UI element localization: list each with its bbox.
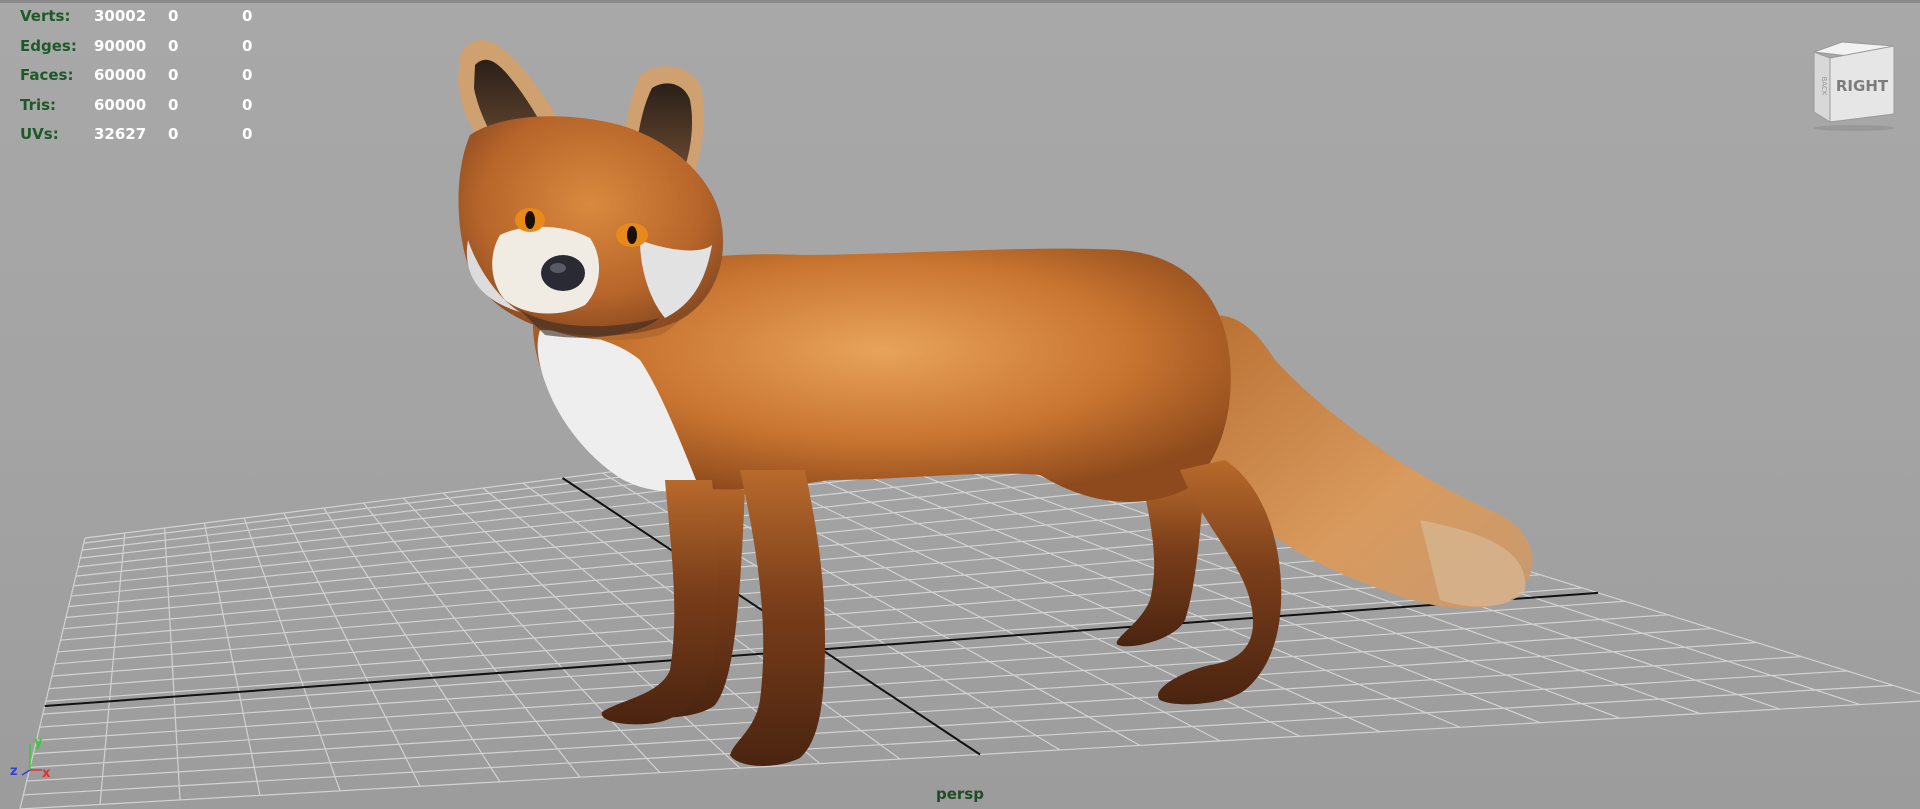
hud-value: 32627 [94, 125, 147, 143]
view-cube-face-label[interactable]: RIGHT [1836, 77, 1889, 95]
hud-value: 60000 [94, 95, 147, 114]
hud-value: 90000 [94, 36, 147, 55]
axis-x-label: x [42, 766, 51, 781]
hud-label: UVs: [20, 125, 59, 143]
hud-value: 0 [242, 66, 253, 84]
hud-row-edges: Edges: 90000 0 0 [20, 32, 280, 62]
ground-grid [19, 417, 1920, 809]
hud-row-uvs: UVs: 32627 0 0 [20, 120, 280, 150]
hud-row-verts: Verts: 30002 0 0 [20, 2, 280, 32]
hud-value: 0 [242, 7, 253, 25]
hud-row-tris: Tris: 60000 0 0 [20, 91, 280, 121]
axis-gizmo: y z x [10, 735, 51, 781]
hud-value: 0 [168, 95, 179, 114]
hud-label: Verts: [20, 7, 71, 25]
hud-label: Edges: [20, 36, 77, 55]
hud-value: 30002 [94, 7, 147, 25]
scene-canvas[interactable] [0, 0, 1920, 809]
hud-value: 0 [168, 36, 179, 55]
camera-name-label: persp [936, 785, 984, 803]
axis-z-label: z [10, 764, 18, 779]
hud-value: 0 [242, 125, 253, 143]
poly-count-hud: Verts: 30002 0 0 Edges: 90000 0 0 Faces:… [20, 2, 280, 150]
hud-value: 0 [168, 7, 179, 25]
hud-value: 0 [242, 95, 253, 114]
hud-label: Tris: [20, 95, 57, 114]
hud-label: Faces: [20, 66, 74, 84]
view-cube-side-label[interactable]: BACK [1820, 77, 1828, 96]
hud-value: 0 [242, 36, 253, 55]
hud-value: 60000 [94, 66, 147, 84]
perspective-viewport[interactable]: Verts: 30002 0 0 Edges: 90000 0 0 Faces:… [0, 0, 1920, 809]
hud-value: 0 [168, 66, 179, 84]
hud-value: 0 [168, 125, 179, 143]
fox-model[interactable] [458, 40, 1533, 766]
axis-y-label: y [34, 735, 43, 750]
view-cube[interactable]: RIGHT BACK [1804, 38, 1900, 134]
hud-row-faces: Faces: 60000 0 0 [20, 61, 280, 91]
